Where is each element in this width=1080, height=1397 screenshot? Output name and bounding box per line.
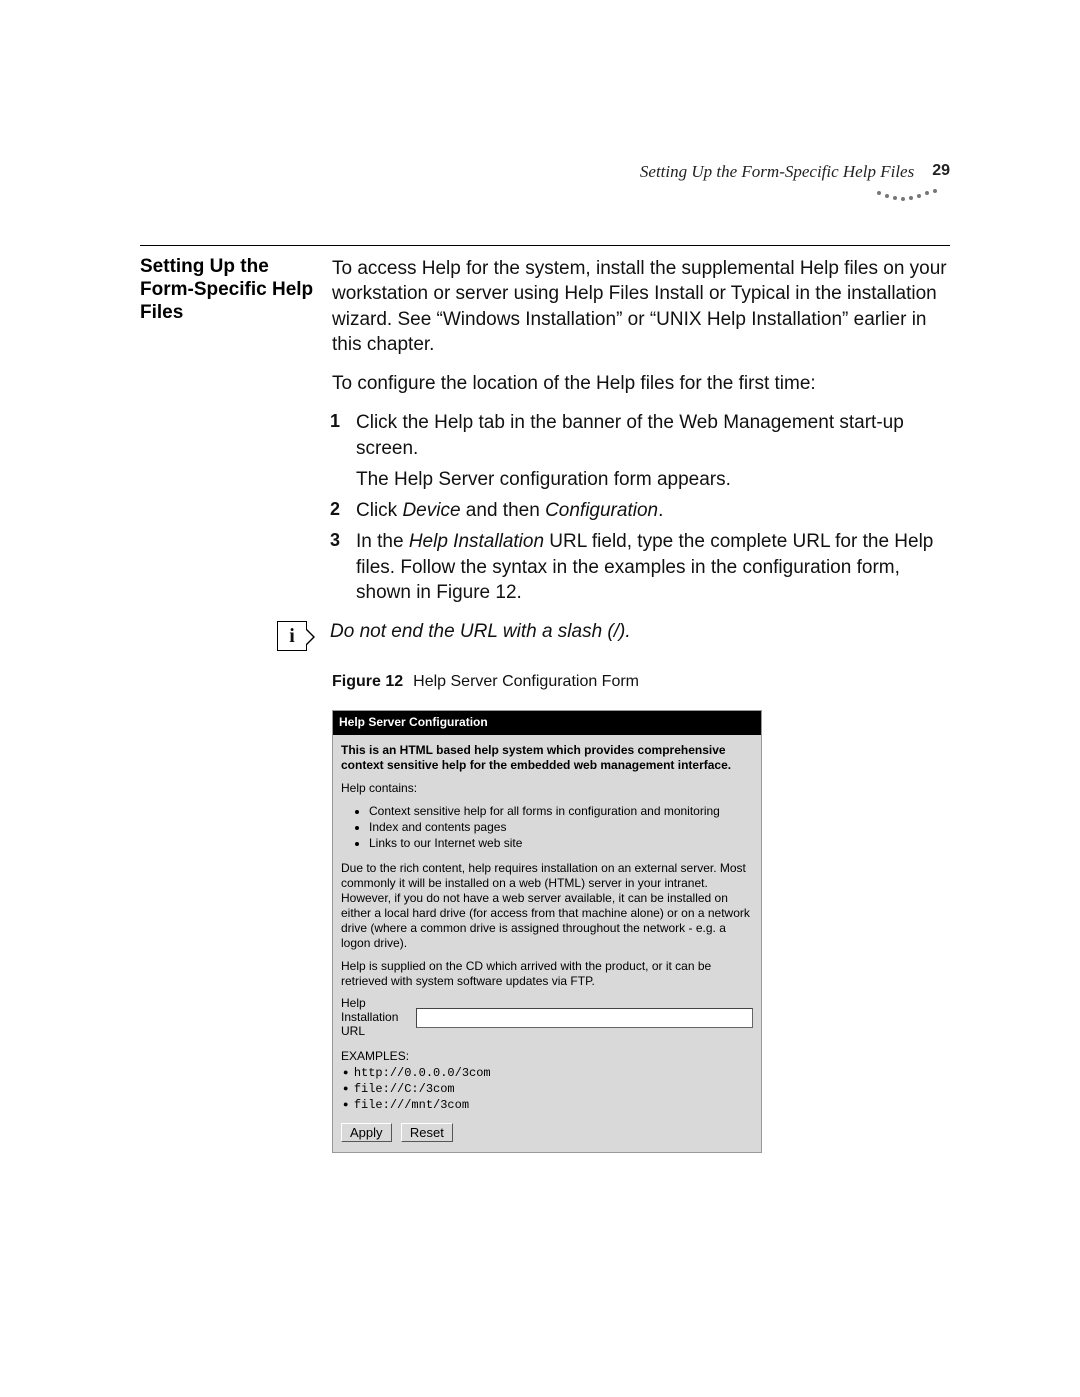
intro-paragraph-1: To access Help for the system, install t… bbox=[332, 256, 950, 357]
step-number: 3 bbox=[330, 529, 340, 553]
running-header: Setting Up the Form-Specific Help Files … bbox=[640, 162, 950, 182]
reset-button[interactable]: Reset bbox=[401, 1123, 453, 1142]
screenshot-titlebar: Help Server Configuration bbox=[333, 711, 761, 735]
running-header-title: Setting Up the Form-Specific Help Files bbox=[640, 162, 914, 182]
step-em-help-installation: Help Installation bbox=[409, 531, 544, 552]
step-text: Click the Help tab in the banner of the … bbox=[356, 412, 904, 458]
info-note-text: Do not end the URL with a slash (/). bbox=[330, 619, 631, 644]
screenshot-paragraph: Due to the rich content, help requires i… bbox=[341, 861, 753, 951]
section-heading: Setting Up the Form-Specific Help Files bbox=[140, 256, 320, 324]
info-icon: i bbox=[277, 621, 307, 651]
step-2: 2 Click Device and then Configuration. bbox=[332, 498, 950, 523]
step-number: 1 bbox=[330, 410, 340, 434]
screenshot-intro: This is an HTML based help system which … bbox=[341, 743, 753, 773]
embedded-screenshot: Help Server Configuration This is an HTM… bbox=[332, 710, 762, 1153]
figure-caption: Figure 12 Help Server Configuration Form bbox=[332, 671, 950, 692]
step-em-device: Device bbox=[402, 500, 460, 521]
step-text-mid: and then bbox=[461, 500, 546, 521]
screenshot-contains-label: Help contains: bbox=[341, 781, 753, 796]
example-item: file:///mnt/3com bbox=[343, 1097, 753, 1113]
step-text-post: . bbox=[658, 500, 663, 521]
screenshot-bullet: Index and contents pages bbox=[369, 820, 753, 836]
page-number: 29 bbox=[932, 162, 950, 180]
step-number: 2 bbox=[330, 498, 340, 522]
examples-label: EXAMPLES: bbox=[341, 1049, 753, 1065]
intro-paragraph-2: To configure the location of the Help fi… bbox=[332, 371, 950, 396]
info-note: i Do not end the URL with a slash (/). bbox=[277, 619, 950, 651]
step-3: 3 In the Help Installation URL field, ty… bbox=[332, 529, 950, 605]
screenshot-bullet-list: Context sensitive help for all forms in … bbox=[369, 804, 753, 851]
screenshot-bullet: Links to our Internet web site bbox=[369, 836, 753, 852]
example-item: http://0.0.0.0/3com bbox=[343, 1065, 753, 1081]
step-aux: The Help Server configuration form appea… bbox=[356, 467, 950, 492]
figure-label: Figure 12 bbox=[332, 673, 403, 690]
section-rule bbox=[140, 245, 950, 246]
screenshot-bullet: Context sensitive help for all forms in … bbox=[369, 804, 753, 820]
apply-button[interactable]: Apply bbox=[341, 1123, 392, 1142]
step-list: 1 Click the Help tab in the banner of th… bbox=[332, 410, 950, 605]
step-1: 1 Click the Help tab in the banner of th… bbox=[332, 410, 950, 492]
examples-list: http://0.0.0.0/3com file://C:/3com file:… bbox=[343, 1065, 753, 1114]
step-text-pre: In the bbox=[356, 531, 409, 552]
help-url-input[interactable] bbox=[416, 1008, 753, 1028]
figure-caption-text: Help Server Configuration Form bbox=[413, 673, 639, 690]
screenshot-paragraph: Help is supplied on the CD which arrived… bbox=[341, 959, 753, 989]
body-column: To access Help for the system, install t… bbox=[332, 256, 950, 1153]
help-url-label: Help Installation URL bbox=[341, 997, 416, 1038]
header-ornament-dots bbox=[875, 184, 950, 200]
example-item: file://C:/3com bbox=[343, 1081, 753, 1097]
step-text-pre: Click bbox=[356, 500, 402, 521]
step-em-configuration: Configuration bbox=[545, 500, 658, 521]
